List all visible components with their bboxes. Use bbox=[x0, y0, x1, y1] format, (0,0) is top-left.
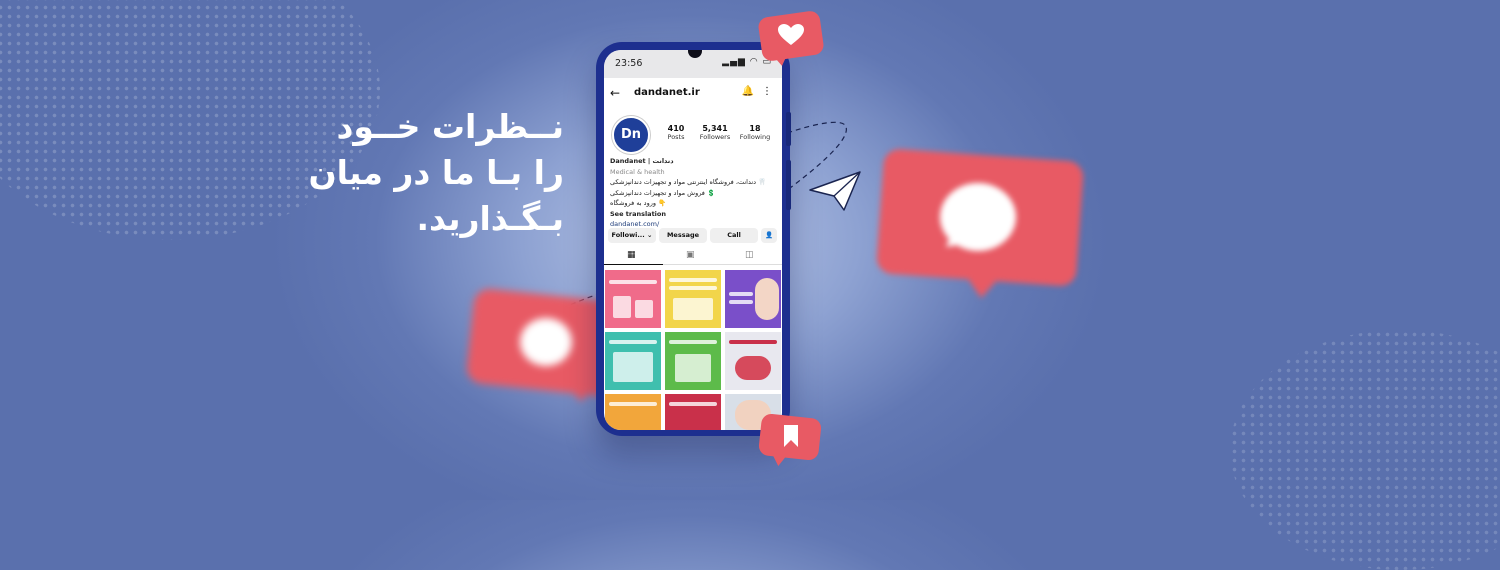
post-thumbnail[interactable] bbox=[725, 270, 781, 328]
followers-count: 5,341 bbox=[702, 124, 728, 133]
profile-actions: Followi... ⌄ Message Call 👤 bbox=[608, 228, 780, 243]
chat-icon bbox=[520, 318, 572, 366]
post-thumbnail[interactable] bbox=[605, 332, 661, 390]
active-tab-indicator bbox=[604, 263, 663, 265]
more-icon[interactable]: ⋮ bbox=[762, 86, 772, 97]
following-label: Following bbox=[739, 133, 771, 141]
call-button[interactable]: Call bbox=[710, 228, 758, 243]
profile-bio: Dandanet | دندانت Medical & health 🦷 دند… bbox=[610, 156, 776, 230]
grid-icon[interactable]: ▦ bbox=[627, 250, 636, 260]
chat-icon bbox=[940, 183, 1016, 251]
post-thumbnail[interactable] bbox=[605, 394, 661, 430]
posts-label: Posts bbox=[667, 133, 685, 141]
profile-username: dandanet.ir bbox=[634, 87, 700, 98]
back-arrow-icon[interactable]: ← bbox=[610, 86, 620, 100]
followers-label: Followers bbox=[699, 133, 731, 141]
bio-line: 🦷 دندانت، فروشگاه اینترنتی مواد و تجهیزا… bbox=[610, 178, 767, 186]
followers-stat[interactable]: 5,341 Followers bbox=[695, 124, 735, 141]
posts-count: 410 bbox=[667, 124, 685, 133]
see-translation-link[interactable]: See translation bbox=[610, 209, 776, 220]
following-button[interactable]: Followi... ⌄ bbox=[608, 228, 656, 243]
phone-side-button bbox=[786, 112, 791, 146]
profile-nav: ← dandanet.ir 🔔 ⋮ bbox=[604, 86, 782, 104]
bio-line: 👇 ورود به فروشگاه bbox=[610, 199, 667, 207]
posts-stat[interactable]: 410 Posts bbox=[656, 124, 696, 141]
avatar[interactable]: Dn bbox=[612, 116, 650, 154]
status-time: 23:56 bbox=[615, 58, 643, 69]
heart-icon bbox=[778, 24, 804, 45]
reels-icon[interactable]: ▣ bbox=[686, 250, 695, 260]
profile-name: Dandanet | دندانت bbox=[610, 157, 674, 165]
following-count: 18 bbox=[749, 124, 761, 133]
add-person-icon[interactable]: 👤 bbox=[761, 228, 777, 243]
following-stat[interactable]: 18 Following bbox=[735, 124, 775, 141]
heart-notification-bubble bbox=[757, 9, 825, 70]
bookmark-notification-bubble bbox=[757, 412, 824, 472]
bell-icon[interactable]: 🔔 bbox=[742, 86, 754, 97]
message-button[interactable]: Message bbox=[659, 228, 707, 243]
post-thumbnail[interactable] bbox=[665, 394, 721, 430]
phone-side-button bbox=[786, 160, 791, 210]
chat-bubble-right bbox=[875, 148, 1085, 305]
instagram-screen: 23:56 ▂▄▆ ◠ ▭ ← dandanet.ir 🔔 ⋮ Dn 410 P… bbox=[604, 50, 782, 430]
bookmark-icon bbox=[784, 425, 798, 447]
post-thumbnail[interactable] bbox=[725, 332, 781, 390]
dot-pattern-bottom-right bbox=[1230, 330, 1500, 570]
bio-line: 💲 فروش مواد و تجهیزات دندانپزشکی bbox=[610, 188, 716, 197]
post-thumbnail[interactable] bbox=[665, 332, 721, 390]
post-thumbnail[interactable] bbox=[605, 270, 661, 328]
post-thumbnail[interactable] bbox=[665, 270, 721, 328]
profile-tabs: ▦ ▣ ◫ bbox=[604, 248, 782, 265]
profile-category: Medical & health bbox=[610, 167, 665, 176]
paper-plane-icon bbox=[809, 171, 861, 211]
tagged-icon[interactable]: ◫ bbox=[745, 250, 754, 260]
